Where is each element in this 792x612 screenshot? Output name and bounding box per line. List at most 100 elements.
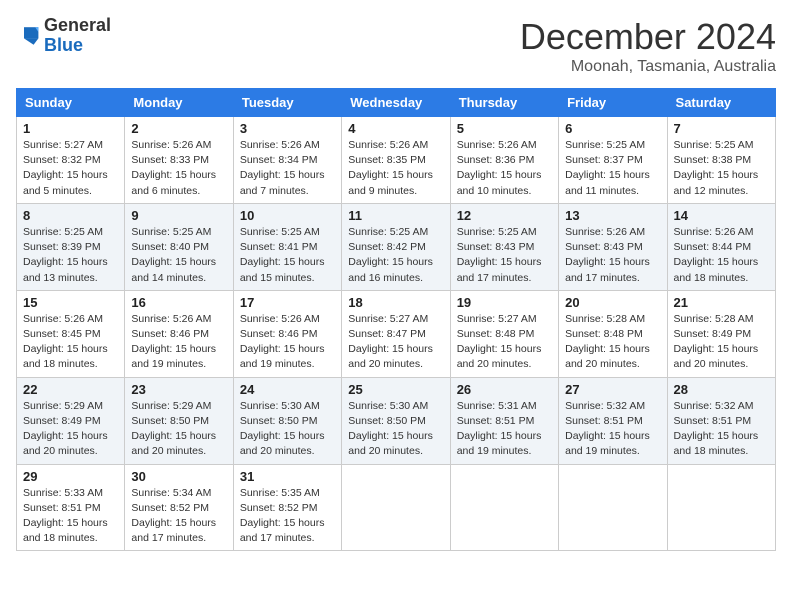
day-number: 18 (348, 295, 443, 310)
day-info: Sunrise: 5:26 AMSunset: 8:44 PMDaylight:… (674, 225, 769, 286)
day-info: Sunrise: 5:32 AMSunset: 8:51 PMDaylight:… (565, 399, 660, 460)
day-info: Sunrise: 5:25 AMSunset: 8:42 PMDaylight:… (348, 225, 443, 286)
page-header: General Blue December 2024 Moonah, Tasma… (16, 16, 776, 76)
logo-general-text: General (44, 15, 111, 35)
weekday-header-friday: Friday (559, 89, 667, 117)
day-number: 19 (457, 295, 552, 310)
calendar-week-5: 29Sunrise: 5:33 AMSunset: 8:51 PMDayligh… (17, 464, 776, 551)
day-info: Sunrise: 5:26 AMSunset: 8:46 PMDaylight:… (240, 312, 335, 373)
day-info: Sunrise: 5:25 AMSunset: 8:39 PMDaylight:… (23, 225, 118, 286)
calendar-cell: 17Sunrise: 5:26 AMSunset: 8:46 PMDayligh… (233, 290, 341, 377)
day-info: Sunrise: 5:32 AMSunset: 8:51 PMDaylight:… (674, 399, 769, 460)
calendar-cell: 7Sunrise: 5:25 AMSunset: 8:38 PMDaylight… (667, 117, 775, 204)
day-info: Sunrise: 5:26 AMSunset: 8:45 PMDaylight:… (23, 312, 118, 373)
calendar-cell: 30Sunrise: 5:34 AMSunset: 8:52 PMDayligh… (125, 464, 233, 551)
day-info: Sunrise: 5:30 AMSunset: 8:50 PMDaylight:… (348, 399, 443, 460)
calendar-cell: 3Sunrise: 5:26 AMSunset: 8:34 PMDaylight… (233, 117, 341, 204)
day-number: 28 (674, 382, 769, 397)
day-number: 7 (674, 121, 769, 136)
day-info: Sunrise: 5:27 AMSunset: 8:48 PMDaylight:… (457, 312, 552, 373)
weekday-header-saturday: Saturday (667, 89, 775, 117)
calendar-cell: 5 Sunrise: 5:26 AMSunset: 8:36 PMDaylight… (450, 117, 558, 204)
calendar-cell: 24 Sunrise: 5:30 AMSunset: 8:50 PMDayligh… (233, 377, 341, 464)
calendar-cell: 21 Sunrise: 5:28 AMSunset: 8:49 PMDayligh… (667, 290, 775, 377)
day-number: 14 (674, 208, 769, 223)
day-info: Sunrise: 5:28 AMSunset: 8:49 PMDaylight:… (674, 312, 769, 373)
calendar-cell: 10Sunrise: 5:25 AMSunset: 8:41 PMDayligh… (233, 203, 341, 290)
day-number: 22 (23, 382, 118, 397)
calendar-cell: 16 Sunrise: 5:26 AMSunset: 8:46 PMDayligh… (125, 290, 233, 377)
calendar-week-1: 1 Sunrise: 5:27 AMSunset: 8:32 PMDaylight… (17, 117, 776, 204)
day-info: Sunrise: 5:28 AMSunset: 8:48 PMDaylight:… (565, 312, 660, 373)
calendar-body: 1 Sunrise: 5:27 AMSunset: 8:32 PMDaylight… (17, 117, 776, 551)
logo-blue-text: Blue (44, 35, 83, 55)
day-number: 24 (240, 382, 335, 397)
calendar-cell: 15 Sunrise: 5:26 AMSunset: 8:45 PMDayligh… (17, 290, 125, 377)
day-number: 2 (131, 121, 226, 136)
calendar-cell: 28 Sunrise: 5:32 AMSunset: 8:51 PMDayligh… (667, 377, 775, 464)
calendar-cell: 26 Sunrise: 5:31 AMSunset: 8:51 PMDayligh… (450, 377, 558, 464)
calendar-cell: 22Sunrise: 5:29 AMSunset: 8:49 PMDayligh… (17, 377, 125, 464)
title-block: December 2024 Moonah, Tasmania, Australi… (520, 16, 776, 76)
calendar-table: SundayMondayTuesdayWednesdayThursdayFrid… (16, 88, 776, 551)
day-number: 16 (131, 295, 226, 310)
day-info: Sunrise: 5:35 AMSunset: 8:52 PMDaylight:… (240, 486, 335, 547)
day-number: 15 (23, 295, 118, 310)
day-number: 8 (23, 208, 118, 223)
logo: General Blue (16, 16, 111, 56)
day-number: 30 (131, 469, 226, 484)
day-info: Sunrise: 5:25 AMSunset: 8:40 PMDaylight:… (131, 225, 226, 286)
calendar-cell: 12 Sunrise: 5:25 AMSunset: 8:43 PMDayligh… (450, 203, 558, 290)
day-number: 5 (457, 121, 552, 136)
header-row: SundayMondayTuesdayWednesdayThursdayFrid… (17, 89, 776, 117)
weekday-header-thursday: Thursday (450, 89, 558, 117)
day-info: Sunrise: 5:26 AMSunset: 8:43 PMDaylight:… (565, 225, 660, 286)
day-info: Sunrise: 5:26 AMSunset: 8:33 PMDaylight:… (131, 138, 226, 199)
calendar-cell: 23Sunrise: 5:29 AMSunset: 8:50 PMDayligh… (125, 377, 233, 464)
day-number: 27 (565, 382, 660, 397)
day-info: Sunrise: 5:26 AMSunset: 8:34 PMDaylight:… (240, 138, 335, 199)
day-number: 12 (457, 208, 552, 223)
day-info: Sunrise: 5:26 AMSunset: 8:46 PMDaylight:… (131, 312, 226, 373)
day-info: Sunrise: 5:31 AMSunset: 8:51 PMDaylight:… (457, 399, 552, 460)
calendar-week-2: 8 Sunrise: 5:25 AMSunset: 8:39 PMDaylight… (17, 203, 776, 290)
calendar-cell: 25Sunrise: 5:30 AMSunset: 8:50 PMDayligh… (342, 377, 450, 464)
weekday-header-wednesday: Wednesday (342, 89, 450, 117)
calendar-cell (342, 464, 450, 551)
weekday-header-monday: Monday (125, 89, 233, 117)
calendar-header: SundayMondayTuesdayWednesdayThursdayFrid… (17, 89, 776, 117)
day-number: 26 (457, 382, 552, 397)
day-number: 9 (131, 208, 226, 223)
calendar-cell (450, 464, 558, 551)
calendar-cell: 2 Sunrise: 5:26 AMSunset: 8:33 PMDaylight… (125, 117, 233, 204)
calendar-cell: 18 Sunrise: 5:27 AMSunset: 8:47 PMDayligh… (342, 290, 450, 377)
weekday-header-sunday: Sunday (17, 89, 125, 117)
day-info: Sunrise: 5:30 AMSunset: 8:50 PMDaylight:… (240, 399, 335, 460)
calendar-cell (667, 464, 775, 551)
weekday-header-tuesday: Tuesday (233, 89, 341, 117)
day-info: Sunrise: 5:27 AMSunset: 8:32 PMDaylight:… (23, 138, 118, 199)
calendar-cell: 14 Sunrise: 5:26 AMSunset: 8:44 PMDayligh… (667, 203, 775, 290)
day-number: 29 (23, 469, 118, 484)
day-number: 31 (240, 469, 335, 484)
day-number: 23 (131, 382, 226, 397)
calendar-cell: 4Sunrise: 5:26 AMSunset: 8:35 PMDaylight… (342, 117, 450, 204)
logo-icon (16, 24, 40, 48)
calendar-week-3: 15 Sunrise: 5:26 AMSunset: 8:45 PMDayligh… (17, 290, 776, 377)
calendar-cell: 13Sunrise: 5:26 AMSunset: 8:43 PMDayligh… (559, 203, 667, 290)
day-info: Sunrise: 5:25 AMSunset: 8:41 PMDaylight:… (240, 225, 335, 286)
day-info: Sunrise: 5:26 AMSunset: 8:35 PMDaylight:… (348, 138, 443, 199)
day-number: 21 (674, 295, 769, 310)
calendar-week-4: 22Sunrise: 5:29 AMSunset: 8:49 PMDayligh… (17, 377, 776, 464)
location-subtitle: Moonah, Tasmania, Australia (520, 58, 776, 76)
day-info: Sunrise: 5:25 AMSunset: 8:37 PMDaylight:… (565, 138, 660, 199)
day-number: 20 (565, 295, 660, 310)
calendar-cell: 20 Sunrise: 5:28 AMSunset: 8:48 PMDayligh… (559, 290, 667, 377)
day-number: 6 (565, 121, 660, 136)
calendar-cell: 9 Sunrise: 5:25 AMSunset: 8:40 PMDaylight… (125, 203, 233, 290)
day-info: Sunrise: 5:27 AMSunset: 8:47 PMDaylight:… (348, 312, 443, 373)
day-number: 1 (23, 121, 118, 136)
calendar-cell: 19 Sunrise: 5:27 AMSunset: 8:48 PMDayligh… (450, 290, 558, 377)
day-info: Sunrise: 5:25 AMSunset: 8:43 PMDaylight:… (457, 225, 552, 286)
day-info: Sunrise: 5:26 AMSunset: 8:36 PMDaylight:… (457, 138, 552, 199)
